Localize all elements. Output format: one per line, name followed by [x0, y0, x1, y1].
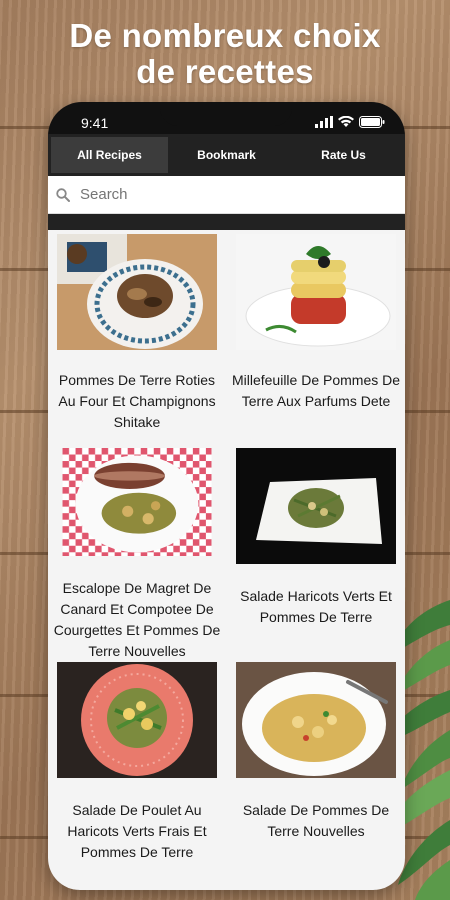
tab-rate-us[interactable]: Rate Us: [285, 137, 402, 173]
recipe-card[interactable]: Salade De Poulet Au Haricots Verts Frais…: [48, 662, 226, 876]
tab-bookmark[interactable]: Bookmark: [168, 137, 285, 173]
promo-headline-line2: de recettes: [136, 53, 314, 90]
recipe-image: [62, 448, 212, 556]
wifi-icon: [338, 116, 354, 127]
search-icon: [56, 187, 70, 202]
battery-icon: [359, 116, 385, 128]
recipe-title: Pommes De Terre Roties Au Four Et Champi…: [58, 372, 216, 430]
tab-all-recipes[interactable]: All Recipes: [51, 137, 168, 173]
recipe-title: Escalope De Magret De Canard Et Compotee…: [53, 580, 221, 659]
recipe-title: Salade Haricots Verts Et Pommes De Terre: [240, 588, 392, 625]
recipe-title: Salade De Poulet Au Haricots Verts Frais…: [67, 802, 207, 860]
phone-frame: 9:41 All Recipes Bookmark Rate Us Search…: [48, 102, 405, 890]
recipe-card[interactable]: Escalope De Magret De Canard Et Compotee…: [48, 448, 226, 662]
recipe-card[interactable]: Salade Haricots Verts Et Pommes De Terre: [227, 448, 405, 662]
recipe-grid: Pommes De Terre Roties Au Four Et Champi…: [48, 230, 405, 876]
search-bar: [48, 176, 405, 214]
recipe-image: [236, 234, 396, 350]
tab-bar: All Recipes Bookmark Rate Us: [48, 134, 405, 176]
divider-bar: [48, 214, 405, 230]
recipe-title: Millefeuille De Pommes De Terre Aux Parf…: [231, 372, 401, 409]
phone-notch: [160, 102, 292, 126]
recipe-image: [236, 662, 396, 778]
recipe-card[interactable]: Salade De Pommes De Terre Nouvelles: [227, 662, 405, 876]
status-time: 9:41: [81, 115, 109, 131]
promo-headline-line1: De nombreux choix: [69, 17, 381, 54]
recipe-image: [57, 662, 217, 778]
recipe-image: [57, 234, 217, 350]
recipe-image: [236, 448, 396, 564]
app-screen: All Recipes Bookmark Rate Us Search Pomm…: [48, 134, 405, 890]
signal-icon: [315, 116, 333, 128]
recipe-title: Salade De Pommes De Terre Nouvelles: [242, 802, 390, 839]
recipe-card[interactable]: Pommes De Terre Roties Au Four Et Champi…: [48, 234, 226, 448]
recipe-card[interactable]: Millefeuille De Pommes De Terre Aux Parf…: [227, 234, 405, 448]
search-input[interactable]: [80, 186, 360, 203]
promo-headline: De nombreux choix de recettes: [0, 18, 450, 90]
